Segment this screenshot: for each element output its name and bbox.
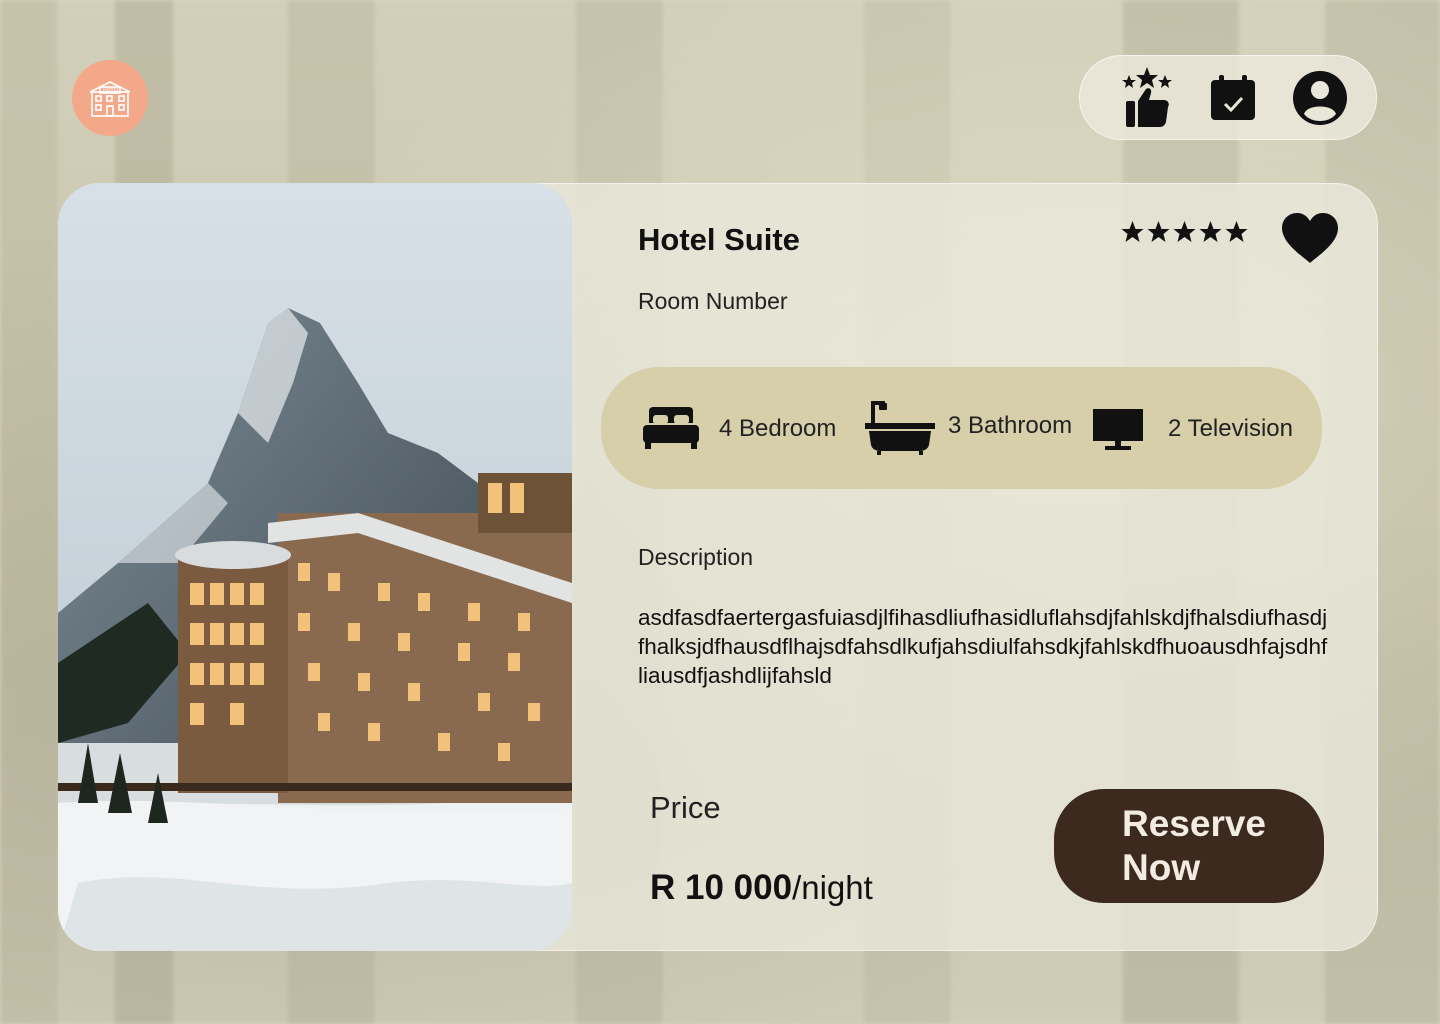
svg-text:HOTEL: HOTEL	[103, 88, 120, 94]
ratings-nav-button[interactable]	[1120, 66, 1174, 129]
favorite-button[interactable]	[1280, 212, 1340, 269]
heart-icon	[1282, 213, 1338, 263]
hotel-logo[interactable]: HOTEL	[72, 60, 148, 136]
description-text: asdfasdfaertergasfuiasdjlfihasdliufhasid…	[638, 605, 1328, 688]
hotel-photo	[58, 183, 572, 951]
description-heading: Description	[638, 544, 754, 570]
calendar-check-icon	[1211, 74, 1255, 120]
star-icon	[1147, 221, 1170, 242]
top-navigation	[1079, 55, 1377, 140]
star-icon	[1199, 221, 1222, 242]
reserve-now-button[interactable]: Reserve Now	[1054, 789, 1324, 903]
bathroom-label: 3 Bathroom	[948, 412, 1073, 439]
bookings-nav-button[interactable]	[1209, 74, 1257, 122]
bed-icon	[643, 407, 699, 449]
star-icon	[1121, 221, 1144, 242]
price-value: R 10 000/night	[650, 868, 873, 908]
bathtub-icon	[865, 401, 935, 455]
listing-title: Hotel Suite	[638, 222, 800, 257]
room-number-label: Room Number	[638, 288, 788, 314]
price-amount: R 10 000	[650, 868, 793, 907]
user-account-icon	[1293, 70, 1347, 125]
amenities-bar: 4 Bedroom 3 Bathroom 2 Television	[601, 367, 1322, 489]
price-unit: /night	[792, 869, 873, 906]
price-heading: Price	[650, 790, 721, 825]
hotel-building-icon: HOTEL	[89, 81, 131, 117]
rating-thumbs-up-icon	[1122, 66, 1172, 127]
bedroom-label: 4 Bedroom	[719, 415, 837, 442]
account-nav-button[interactable]	[1292, 70, 1348, 126]
star-icon	[1173, 221, 1196, 242]
star-rating	[1120, 220, 1249, 244]
star-icon	[1225, 221, 1248, 242]
television-icon	[1093, 409, 1143, 450]
television-label: 2 Television	[1168, 415, 1293, 442]
